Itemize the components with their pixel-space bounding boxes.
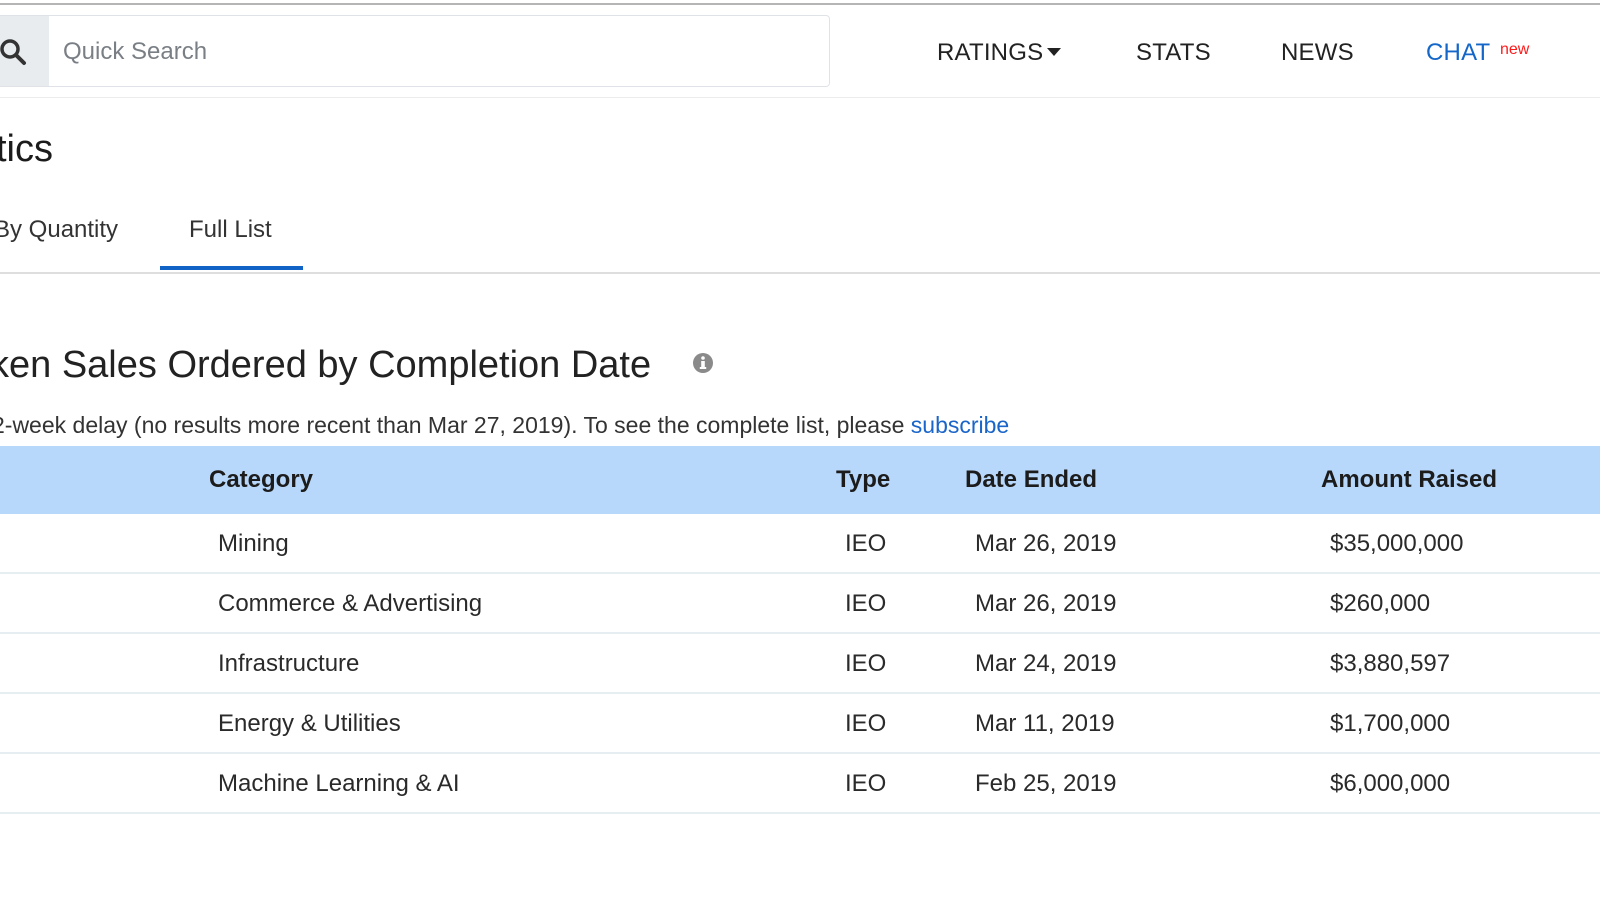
cell-category: Infrastructure [218,650,360,677]
page-title: tics [0,128,53,170]
subscribe-link[interactable]: subscribe [911,412,1009,438]
nav-ratings-label: RATINGS [937,39,1044,66]
cell-type: IEO [845,650,887,677]
project-name-link[interactable]: : [0,650,1,678]
column-header-amount-raised[interactable]: Amount Raised [1321,466,1497,494]
column-header-date-ended[interactable]: Date Ended [965,466,1097,494]
cell-date-ended: Mar 26, 2019 [975,530,1117,557]
nav-ratings[interactable]: RATINGS [937,39,1062,67]
cell-amount-raised: $6,000,000 [1330,770,1451,797]
notice-text: 2-week delay (no results more recent tha… [0,412,911,438]
cell-amount-raised: $1,700,000 [1330,710,1451,737]
cell-category: Commerce & Advertising [218,590,483,617]
cell-type: IEO [845,590,887,617]
cell-category: Energy & Utilities [218,710,401,737]
tab-full-list[interactable]: Full List [189,216,272,244]
search-button[interactable] [0,16,49,86]
new-badge: new [1500,41,1530,58]
cell-type: IEO [845,530,887,557]
info-icon[interactable] [692,352,714,374]
table-header: Category Type Date Ended Amount Raised [0,446,1600,514]
nav-stats[interactable]: STATS [1136,39,1211,67]
tab-bar: By Quantity Full List [0,200,1600,274]
cell-amount-raised: $260,000 [1330,590,1431,617]
column-header-type[interactable]: Type [836,466,890,494]
cell-type: IEO [845,710,887,737]
column-header-category[interactable]: Category [209,466,313,494]
table-row[interactable]: : Infrastructure IEO Mar 24, 2019 $3,880… [0,634,1600,694]
table-row[interactable]: Machine Learning & AI IEO Feb 25, 2019 $… [0,754,1600,814]
cell-amount-raised: $3,880,597 [1330,650,1451,677]
delay-notice: 2-week delay (no results more recent tha… [0,412,1009,439]
nav-news[interactable]: NEWS [1281,39,1354,67]
cell-category: Mining [218,530,289,557]
search-input[interactable] [61,16,805,86]
cell-category: Machine Learning & AI [218,770,460,797]
active-tab-indicator [160,266,303,270]
tab-by-quantity[interactable]: By Quantity [0,216,118,244]
header: RATINGS STATS NEWS CHAT new [0,5,1600,98]
cell-date-ended: Mar 26, 2019 [975,590,1117,617]
cell-date-ended: Feb 25, 2019 [975,770,1117,797]
table-row[interactable]: Mining IEO Mar 26, 2019 $35,000,000 [0,514,1600,574]
cell-amount-raised: $35,000,000 [1330,530,1464,557]
cell-type: IEO [845,770,887,797]
search-icon [0,39,26,65]
token-sales-table: Category Type Date Ended Amount Raised M… [0,446,1600,814]
nav-chat[interactable]: CHAT [1426,39,1490,67]
caret-down-icon [1047,47,1062,56]
section-title: ken Sales Ordered by Completion Date [0,344,652,386]
table-row[interactable]: Energy & Utilities IEO Mar 11, 2019 $1,7… [0,694,1600,754]
cell-date-ended: Mar 24, 2019 [975,650,1117,677]
cell-date-ended: Mar 11, 2019 [975,710,1115,737]
quick-search[interactable] [0,15,830,87]
table-row[interactable]: Commerce & Advertising IEO Mar 26, 2019 … [0,574,1600,634]
